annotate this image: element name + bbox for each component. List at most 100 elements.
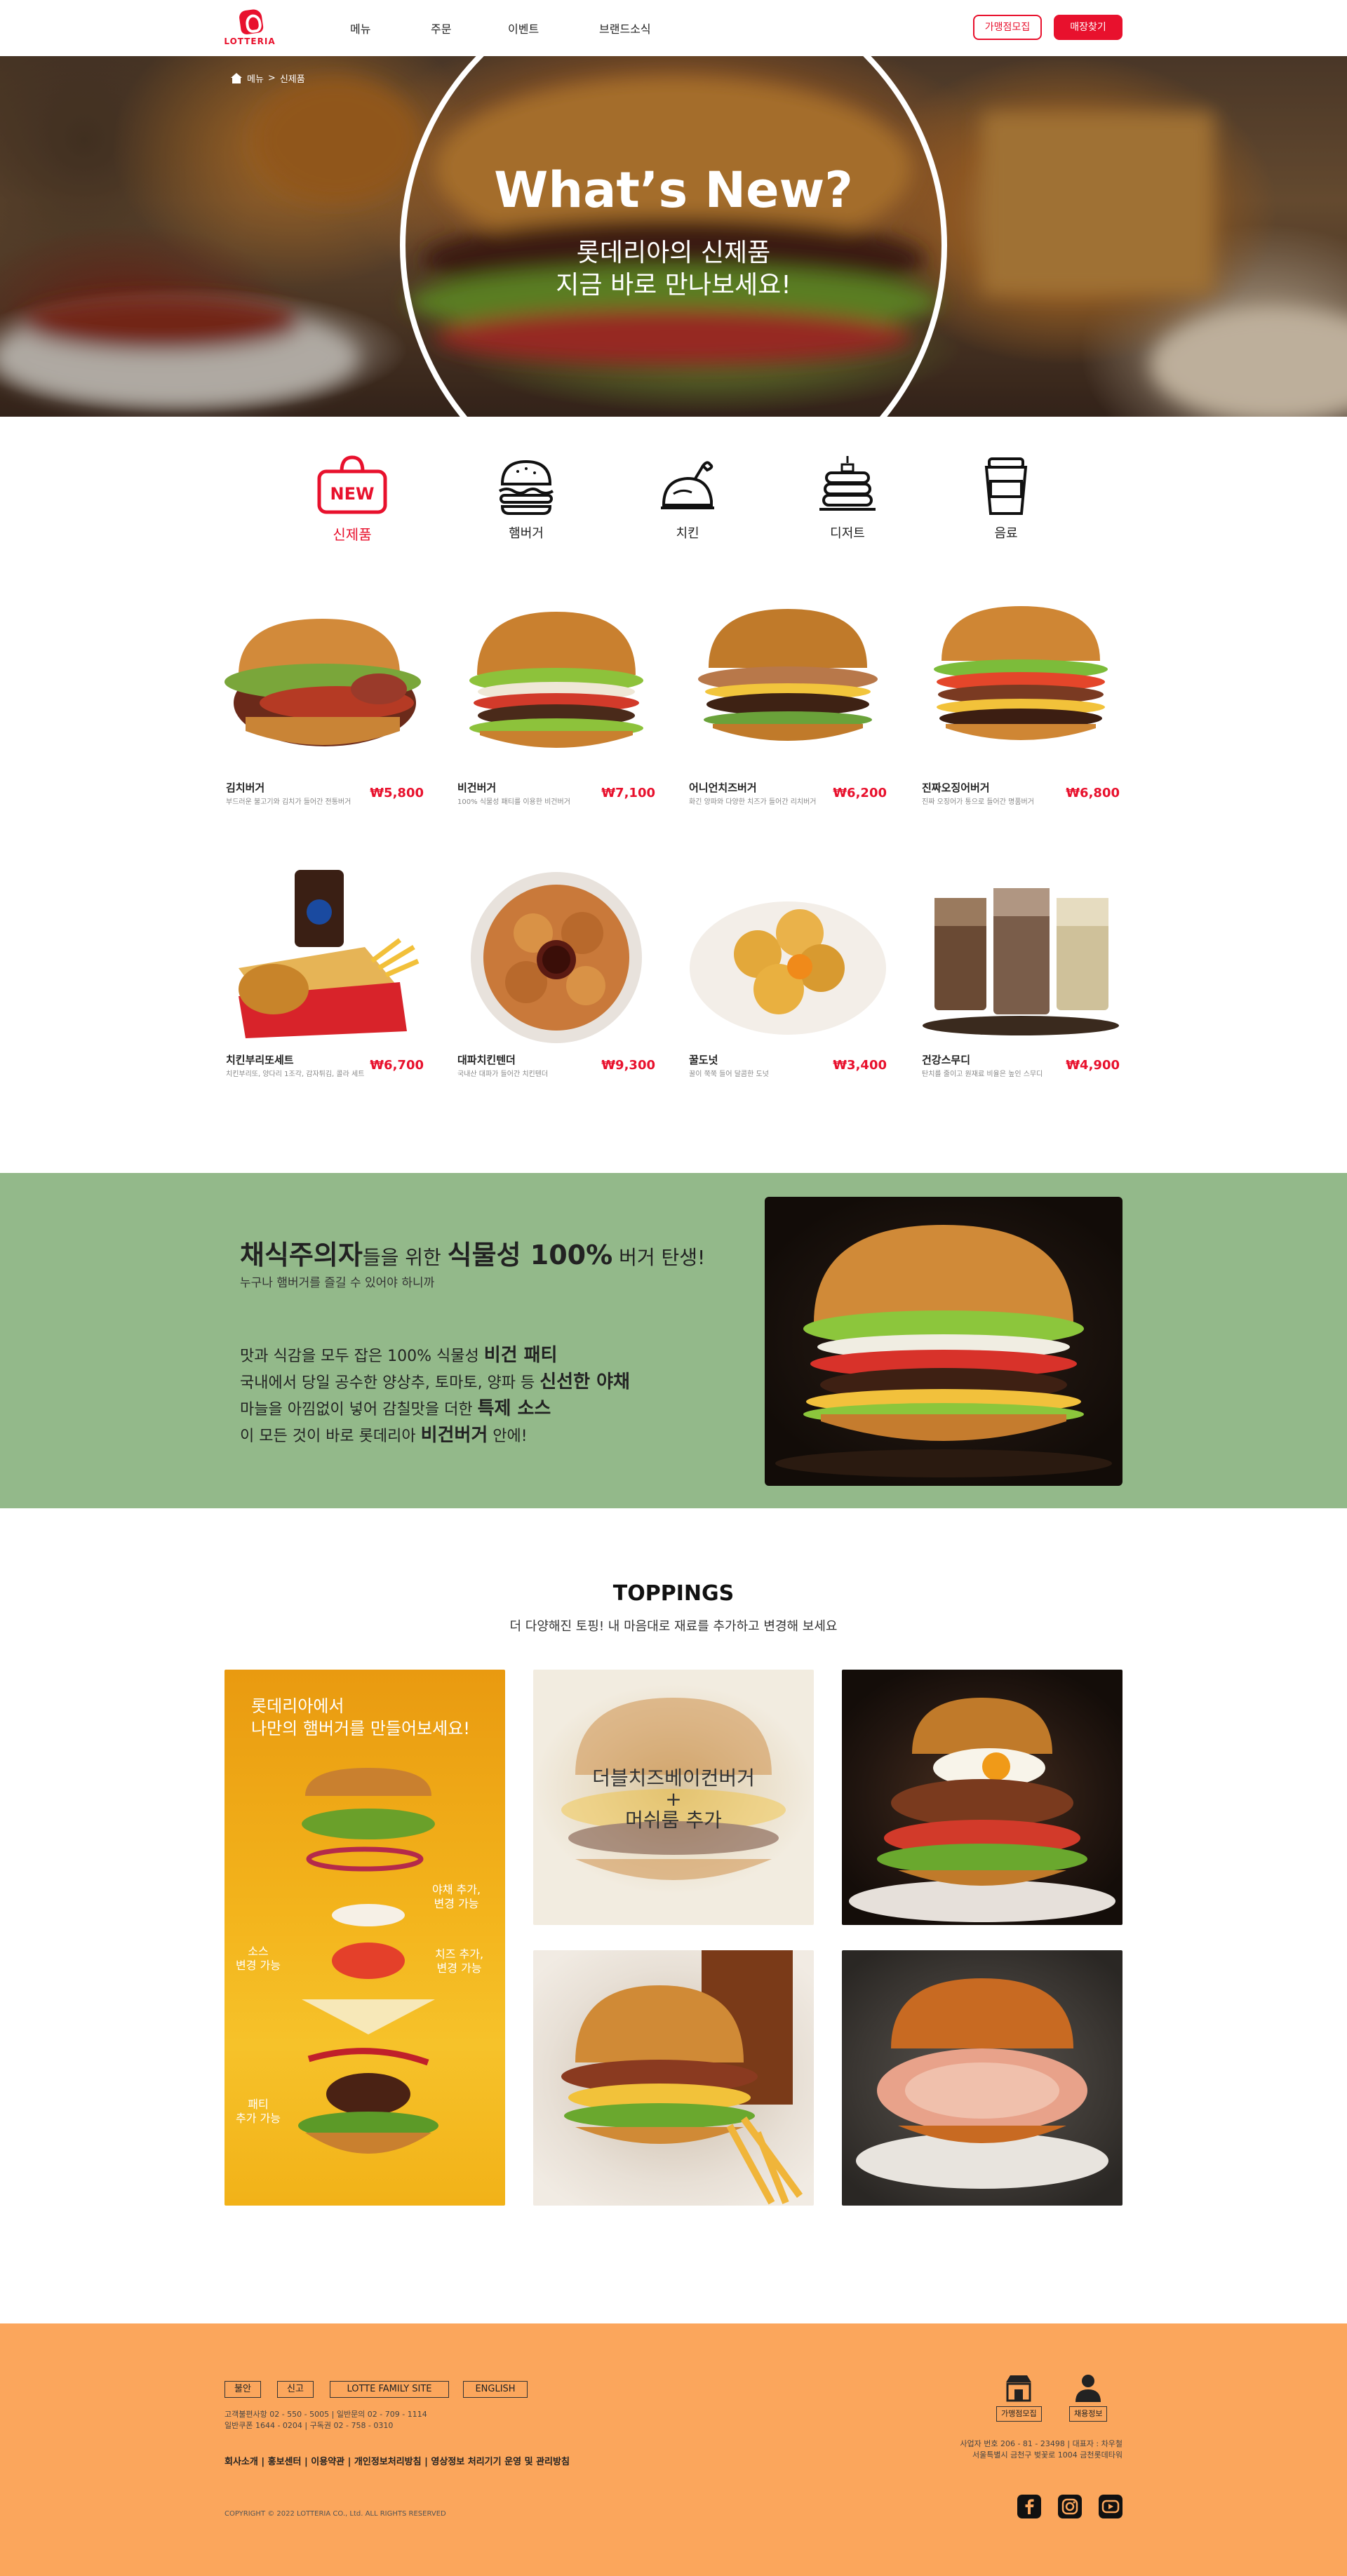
product-image-onion-cheese-burger — [698, 609, 878, 741]
vegan-banner: 채식주의자들을 위한 식물성 100% 버거 탄생! 누구나 햄버거를 즐길 수… — [0, 1173, 1347, 1508]
breadcrumb-separator: > — [267, 73, 276, 83]
category-label: 디저트 — [830, 526, 865, 541]
product-price: ₩6,700 — [370, 1058, 424, 1073]
overlay-plus: + — [665, 1787, 682, 1811]
product-name: 치킨부리또세트 — [226, 1054, 294, 1066]
topping-egg-burger-tile[interactable] — [842, 1670, 1122, 1925]
product-card[interactable]: 치킨부리또세트 치킨부리또, 양다리 1조각, 감자튀김, 콜라 세트 ₩6,7… — [224, 870, 425, 1087]
franchise-caption: 가맹점모집 — [996, 2406, 1042, 2422]
footer-btn-family-site[interactable]: LOTTE FAMILY SITE — [330, 2381, 449, 2398]
note-patty-line1: 패티 — [248, 2098, 269, 2111]
recruit-caption: 채용정보 — [1069, 2406, 1108, 2422]
note-cheese: 치즈 추가, 변경 가능 — [435, 1947, 483, 1975]
lotteria-logo[interactable]: LOTTERIA — [223, 8, 276, 48]
breadcrumb: 메뉴 > 신제품 — [230, 72, 305, 85]
note-patty-line2: 추가 가능 — [236, 2112, 281, 2125]
product-card[interactable]: 꿀도넛 꿀이 쭉쭉 들어 달콤한 도넛 ₩3,400 — [688, 870, 888, 1087]
logo-mark — [238, 8, 264, 36]
youtube-glyph — [1101, 2500, 1120, 2514]
egg-burger-illustration — [849, 1698, 1115, 1922]
vegan-line2: 국내에서 당일 공수한 양상추, 토마토, 양파 등 — [240, 1374, 540, 1392]
note-vegetable-line1: 야채 추가, — [432, 1883, 481, 1896]
person-icon — [1075, 2375, 1101, 2402]
vegan-line1: 맛과 식감을 모두 잡은 100% 식물성 — [240, 1348, 484, 1365]
site-header: LOTTERIA 메뉴 주문 이벤트 브랜드소식 가맹점모집 매장찾기 — [0, 0, 1347, 56]
footer-info-line1: 고객불편사항 02 - 550 - 5005 | 일반문의 02 - 709 -… — [224, 2410, 427, 2419]
product-desc: 부드러운 불고기와 김치가 들어간 전통버거 — [226, 798, 351, 806]
product-card[interactable]: 대파치킨텐더 국내산 대파가 들어간 치킨텐더 ₩9,300 — [456, 870, 657, 1087]
topping-diy-tile[interactable]: 롯데리아에서 나만의 햄버거를 만들어보세요! 야채 추가, 변경 가능 소스 … — [224, 1670, 505, 2206]
product-price: ₩5,800 — [370, 786, 424, 800]
product-image-health-smoothie — [923, 888, 1119, 1035]
topping-bacon-burger-tile[interactable] — [533, 1950, 814, 2206]
product-desc: 100% 식물성 패티를 이용한 비건버거 — [457, 798, 570, 806]
breadcrumb-current: 신제품 — [279, 74, 305, 85]
vegan-headline-d: 버거 탄생! — [612, 1246, 706, 1269]
category-new[interactable]: NEW 신제품 — [303, 452, 401, 544]
store-finder-button[interactable]: 매장찾기 — [1054, 15, 1122, 40]
home-icon[interactable] — [230, 72, 243, 84]
product-desc: 진짜 오징어가 통으로 들어간 명품버거 — [922, 798, 1034, 806]
product-card[interactable]: 건강스무디 탄치를 줄이고 원재료 비율은 높인 스무디 ₩4,900 — [920, 870, 1121, 1087]
note-vegetable: 야채 추가, 변경 가능 — [432, 1883, 481, 1911]
product-image-honey-donut — [690, 901, 886, 1035]
note-patty: 패티 추가 가능 — [236, 2098, 281, 2126]
toppings-subtitle: 더 다양해진 토핑! 내 마음대로 재료를 추가하고 변경해 보세요 — [509, 1619, 838, 1634]
breadcrumb-menu[interactable]: 메뉴 — [247, 72, 264, 85]
footer-info-line2: 일반쿠폰 1644 - 0204 | 구독권 02 - 758 - 0310 — [224, 2421, 394, 2430]
product-price: ₩4,900 — [1066, 1058, 1120, 1073]
product-price: ₩7,100 — [601, 786, 655, 800]
category-burger[interactable]: 햄버거 — [477, 452, 575, 542]
nav-order[interactable]: 주문 — [431, 20, 451, 36]
product-desc: 꿀이 쭉쭉 들어 달콤한 도넛 — [689, 1071, 769, 1078]
facebook-icon[interactable] — [1017, 2495, 1041, 2518]
topping-double-cheese-bacon-tile[interactable]: 더블치즈베이컨버거 + 머쉬룸 추가 — [533, 1670, 814, 1925]
pulled-pork-burger-illustration — [856, 1978, 1108, 2189]
vegan-line2-bold: 신선한 야채 — [540, 1371, 630, 1393]
footer-franchise-link[interactable]: 가맹점모집 — [996, 2373, 1042, 2422]
category-label: 음료 — [994, 526, 1018, 541]
topping-pulled-pork-tile[interactable] — [842, 1950, 1122, 2206]
product-name: 김치버거 — [226, 781, 265, 794]
product-image-kimchi-burger — [224, 619, 421, 746]
instagram-glyph — [1061, 2498, 1078, 2515]
category-dessert[interactable]: 디저트 — [798, 452, 897, 542]
dessert-icon — [819, 456, 876, 511]
vegan-line4-bold: 비건버거 — [420, 1425, 488, 1446]
nav-brand-news[interactable]: 브랜드소식 — [599, 20, 651, 36]
footer-addr-line1: 사업자 번호 206 - 81 - 23498 | 대표자 : 차우철 — [960, 2439, 1122, 2448]
note-sauce: 소스 변경 가능 — [236, 1945, 281, 1973]
nav-event[interactable]: 이벤트 — [508, 20, 539, 36]
instagram-icon[interactable] — [1058, 2495, 1082, 2518]
hero-subtitle: 롯데리아의 신제품 지금 바로 만나보세요! — [0, 237, 1347, 302]
category-drink[interactable]: 음료 — [957, 452, 1055, 542]
footer-recruit-link[interactable]: 채용정보 — [1069, 2373, 1108, 2422]
vegan-line3: 마늘을 아낌없이 넣어 감칠맛을 더한 — [240, 1401, 478, 1418]
footer-policy-links[interactable]: 회사소개 | 홍보센터 | 이용약관 | 개인정보처리방침 | 영상정보 처리기… — [224, 2454, 570, 2467]
store-icon — [1006, 2375, 1032, 2402]
toppings-title: TOPPINGS — [612, 1581, 735, 1606]
footer-address: 사업자 번호 206 - 81 - 23498 | 대표자 : 차우철 서울특별… — [960, 2439, 1122, 2461]
franchise-button[interactable]: 가맹점모집 — [973, 15, 1042, 40]
product-price: ₩6,200 — [833, 786, 887, 800]
product-card[interactable]: 김치버거 부드러운 불고기와 김치가 들어간 전통버거 ₩5,800 — [224, 598, 425, 815]
footer-btn-report[interactable]: 신고 — [277, 2381, 314, 2398]
hero-title: What’s New? — [494, 161, 853, 219]
vegan-headline-b: 들을 위한 — [362, 1246, 448, 1269]
product-card[interactable]: 어니언치즈버거 화긴 양파와 다양한 치즈가 들어간 리치버거 ₩6,200 — [688, 598, 888, 815]
product-desc: 국내산 대파가 들어간 치킨텐더 — [457, 1071, 549, 1078]
youtube-icon[interactable] — [1099, 2495, 1122, 2518]
product-card[interactable]: 진짜오징어버거 진짜 오징어가 통으로 들어간 명품버거 ₩6,800 — [920, 598, 1121, 815]
nav-menu[interactable]: 메뉴 — [350, 20, 370, 36]
vegan-line3-bold: 특제 소스 — [477, 1398, 551, 1419]
facebook-glyph — [1025, 2499, 1034, 2514]
overlay-line2: 머쉬룸 추가 — [625, 1809, 722, 1832]
category-chicken[interactable]: 치킨 — [638, 452, 737, 542]
category-label: 치킨 — [676, 526, 699, 541]
product-card[interactable]: 비건버거 100% 식물성 패티를 이용한 비건버거 ₩7,100 — [456, 598, 657, 815]
footer-btn-complaint[interactable]: 불안 — [224, 2381, 261, 2398]
vegan-burger-photo — [765, 1197, 1122, 1486]
category-label: 햄버거 — [509, 526, 544, 541]
bacon-burger-illustration — [561, 1950, 803, 2205]
footer-btn-english[interactable]: ENGLISH — [463, 2381, 528, 2398]
